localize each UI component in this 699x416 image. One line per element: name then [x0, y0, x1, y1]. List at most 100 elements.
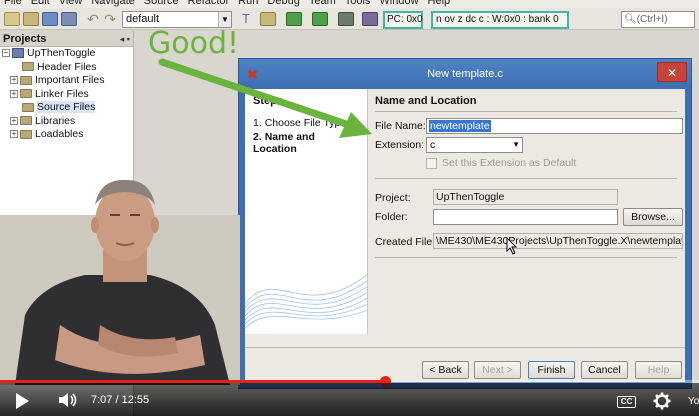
- menu-file[interactable]: File: [4, 0, 22, 8]
- video-controls: 7:07 / 12:55 CC YouTube: [0, 383, 699, 416]
- folder-label: Folder:: [375, 211, 408, 223]
- projects-header: Projects ◂ ▪: [0, 31, 133, 47]
- default-extension-label: Set this Extension as Default: [442, 157, 577, 169]
- folder-icon: [22, 62, 34, 72]
- menu-view[interactable]: View: [59, 0, 83, 8]
- menu-window[interactable]: Window: [379, 0, 418, 8]
- dialog-body: Steps 1. Choose File Type 2. Name and Lo…: [245, 89, 685, 382]
- browse-button[interactable]: Browse...: [623, 208, 683, 226]
- make-program-icon[interactable]: [286, 12, 302, 26]
- section-title: Name and Location: [375, 95, 477, 107]
- volume-icon[interactable]: [58, 392, 78, 408]
- back-button[interactable]: < Back: [422, 361, 469, 379]
- step-label: Choose File Type: [264, 117, 347, 129]
- help-button[interactable]: Help: [635, 361, 682, 379]
- status-register-readout: n ov z dc c : W:0x0 : bank 0: [431, 11, 569, 29]
- tree-item-label: Libraries: [35, 114, 76, 127]
- tree-item-label: Source Files: [37, 101, 96, 113]
- folder-icon: [20, 75, 32, 85]
- menu-tools[interactable]: Tools: [345, 0, 371, 8]
- divider: [375, 178, 677, 179]
- dialog-title: New template.c: [427, 68, 503, 80]
- expand-icon[interactable]: +: [10, 116, 18, 125]
- file-name-field[interactable]: newtemplate: [426, 118, 683, 134]
- tree-item-important-files[interactable]: + Important Files: [0, 74, 133, 88]
- menu-edit[interactable]: Edit: [31, 0, 50, 8]
- undo-icon[interactable]: ↶: [85, 12, 101, 26]
- expand-icon[interactable]: +: [10, 76, 18, 85]
- step-number: 1.: [253, 117, 262, 129]
- steps-title: Steps: [253, 95, 283, 107]
- tree-item-libraries[interactable]: + Libraries: [0, 115, 133, 129]
- extension-select[interactable]: c ▼: [426, 137, 523, 153]
- button-bar-divider: [245, 347, 685, 348]
- time-display: 7:07 / 12:55: [91, 394, 149, 407]
- finish-button[interactable]: Finish: [528, 361, 575, 379]
- extension-value: c: [430, 139, 436, 151]
- save-all-icon[interactable]: [61, 12, 77, 26]
- toolbar: ↶ ↷ default ▼ T PC: 0x0 n ov z dc c : W:…: [0, 8, 699, 30]
- divider: [375, 257, 677, 258]
- pc-readout: PC: 0x0: [383, 11, 423, 29]
- tree-item-label: Linker Files: [35, 87, 89, 100]
- default-extension-checkbox[interactable]: [426, 158, 437, 169]
- expand-icon[interactable]: +: [10, 130, 18, 139]
- tree-item-linker-files[interactable]: + Linker Files: [0, 88, 133, 102]
- step-number: 2.: [253, 131, 262, 143]
- tree-root[interactable]: − UpThenToggle: [0, 47, 133, 61]
- collapse-icon[interactable]: −: [2, 49, 10, 58]
- menu-debug[interactable]: Debug: [267, 0, 299, 8]
- step-2: 2. Name and Location: [253, 131, 331, 155]
- build-hammer-icon[interactable]: T: [238, 12, 254, 26]
- presenter-image: [0, 179, 240, 385]
- tree-item-source-files[interactable]: Source Files: [0, 101, 133, 115]
- project-icon: [12, 48, 24, 59]
- projects-title: Projects: [3, 33, 47, 45]
- menu-help[interactable]: Help: [428, 0, 451, 8]
- next-button[interactable]: Next >: [474, 361, 521, 379]
- tree-item-label: Loadables: [35, 128, 84, 140]
- created-file-field: \ME430\ME430Projects\UpThenToggle.X\newt…: [433, 233, 683, 249]
- new-project-icon[interactable]: [23, 12, 39, 26]
- clean-build-icon[interactable]: [260, 12, 276, 26]
- debug-icon[interactable]: [362, 12, 378, 26]
- redo-icon[interactable]: ↷: [102, 12, 118, 26]
- read-device-icon[interactable]: [338, 12, 354, 26]
- menu-source[interactable]: Source: [144, 0, 179, 8]
- gear-icon[interactable]: [653, 392, 671, 410]
- project-field: UpThenToggle: [433, 189, 618, 205]
- open-project-icon[interactable]: [42, 12, 58, 26]
- time-separator: /: [112, 394, 122, 406]
- mouse-cursor-icon: [506, 237, 518, 255]
- expand-icon[interactable]: +: [10, 89, 18, 98]
- tree-item-loadables[interactable]: + Loadables: [0, 128, 133, 142]
- program-device-icon[interactable]: [312, 12, 328, 26]
- youtube-logo[interactable]: YouTube: [688, 396, 699, 408]
- file-name-label: File Name:: [375, 120, 426, 132]
- tree-root-label: UpThenToggle: [27, 47, 96, 59]
- close-icon: ✕: [666, 66, 678, 80]
- menu-team[interactable]: Team: [309, 0, 336, 8]
- menu-refactor[interactable]: Refactor: [188, 0, 230, 8]
- captions-button[interactable]: CC: [617, 396, 636, 408]
- configuration-value: default: [126, 13, 160, 25]
- tree-item-header-files[interactable]: Header Files: [0, 61, 133, 75]
- step-1: 1. Choose File Type: [253, 117, 346, 129]
- search-icon: 🔍︎: [624, 14, 637, 25]
- cancel-button[interactable]: Cancel: [581, 361, 628, 379]
- good-annotation: Good!: [148, 26, 240, 61]
- new-file-icon[interactable]: [4, 12, 20, 26]
- play-icon[interactable]: [16, 393, 29, 409]
- tree-item-label: Important Files: [35, 74, 105, 86]
- chevron-down-icon: ▼: [218, 12, 231, 27]
- project-label: Project:: [375, 192, 411, 204]
- close-button[interactable]: ✕: [657, 62, 687, 82]
- menu-navigate[interactable]: Navigate: [91, 0, 134, 8]
- time-current: 7:07: [91, 394, 113, 406]
- folder-field[interactable]: [433, 209, 618, 225]
- search-input[interactable]: 🔍︎(Ctrl+I): [621, 11, 695, 28]
- menu-run[interactable]: Run: [238, 0, 258, 8]
- dialog-titlebar: ✖ New template.c ✕: [239, 59, 691, 89]
- panel-controls-icon[interactable]: ◂ ▪: [120, 31, 130, 47]
- divider: [375, 111, 677, 112]
